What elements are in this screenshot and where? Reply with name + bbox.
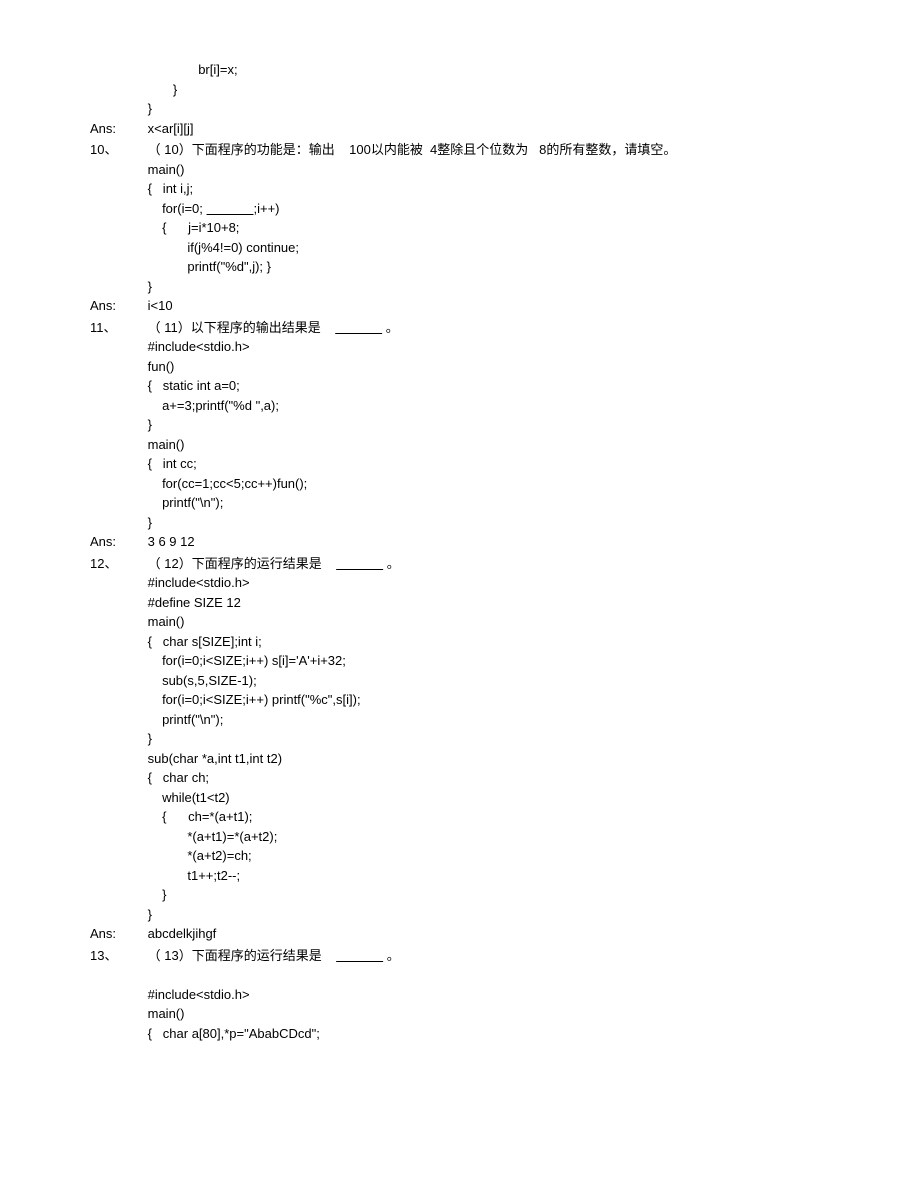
question-number: 11、 <box>90 318 144 338</box>
answer-label: Ans: <box>90 924 144 944</box>
answer-label: Ans: <box>90 296 144 316</box>
prompt-text: （ 11）以下程序的输出结果是 <box>148 320 336 335</box>
prompt-text: （ 10）下面程序的功能是：输出 100以内能被 4整除且个位数为 8的所有整数… <box>148 142 677 157</box>
code-part-a: main() { int i,j; for(i=0; <box>148 162 207 216</box>
code-text: #include<stdio.h> main() { char a[80],*p… <box>148 965 320 1043</box>
answer-text: abcdelkjihgf <box>148 924 217 944</box>
prompt-suffix: 。 <box>383 556 400 571</box>
code-text: #include<stdio.h> fun() { static int a=0… <box>148 337 308 532</box>
answer-12: Ans: abcdelkjihgf <box>90 924 830 944</box>
question-prompt: （ 13）下面程序的运行结果是 。 <box>148 946 400 966</box>
fill-blank <box>336 948 383 963</box>
code-text: #include<stdio.h> #define SIZE 12 main()… <box>148 573 361 924</box>
question-number: 10、 <box>90 140 144 160</box>
question-13-code: #include<stdio.h> main() { char a[80],*p… <box>90 965 830 1043</box>
fill-blank <box>207 201 254 216</box>
code-text: br[i]=x; } } <box>148 60 238 119</box>
answer-9: Ans: x<ar[i][j] <box>90 119 830 139</box>
answer-text: i<10 <box>148 296 173 316</box>
question-prompt: （ 12）下面程序的运行结果是 。 <box>148 554 400 574</box>
answer-10: Ans: i<10 <box>90 296 830 316</box>
answer-label: Ans: <box>90 119 144 139</box>
question-12: 12、 （ 12）下面程序的运行结果是 。 <box>90 554 830 574</box>
question-prompt: （ 11）以下程序的输出结果是 。 <box>148 318 399 338</box>
question-11-code: #include<stdio.h> fun() { static int a=0… <box>90 337 830 532</box>
question-10-code: main() { int i,j; for(i=0; ;i++) { j=i*1… <box>90 160 830 297</box>
question-10: 10、 （ 10）下面程序的功能是：输出 100以内能被 4整除且个位数为 8的… <box>90 140 830 160</box>
question-number: 13、 <box>90 946 144 966</box>
prompt-suffix: 。 <box>383 948 400 963</box>
question-prompt: （ 10）下面程序的功能是：输出 100以内能被 4整除且个位数为 8的所有整数… <box>148 140 677 160</box>
fill-blank <box>335 320 382 335</box>
prompt-text: （ 12）下面程序的运行结果是 <box>148 556 337 571</box>
question-13: 13、 （ 13）下面程序的运行结果是 。 <box>90 946 830 966</box>
answer-text: x<ar[i][j] <box>148 119 194 139</box>
question-12-code: #include<stdio.h> #define SIZE 12 main()… <box>90 573 830 924</box>
prompt-text: （ 13）下面程序的运行结果是 <box>148 948 337 963</box>
prompt-suffix: 。 <box>382 320 399 335</box>
question-number: 12、 <box>90 554 144 574</box>
answer-text: 3 6 9 12 <box>148 532 195 552</box>
question-11: 11、 （ 11）以下程序的输出结果是 。 <box>90 318 830 338</box>
fill-blank <box>336 556 383 571</box>
answer-label: Ans: <box>90 532 144 552</box>
code-fragment-prev: br[i]=x; } } <box>90 60 830 119</box>
code-text: main() { int i,j; for(i=0; ;i++) { j=i*1… <box>148 160 299 297</box>
answer-11: Ans: 3 6 9 12 <box>90 532 830 552</box>
